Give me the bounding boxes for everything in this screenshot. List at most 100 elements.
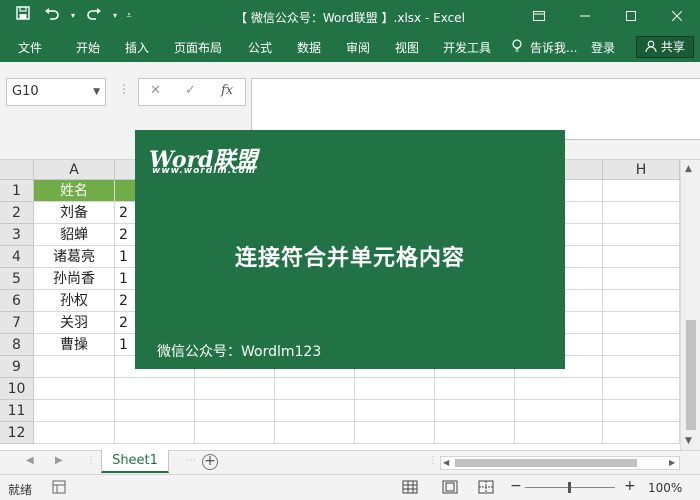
empty-cell[interactable] bbox=[603, 246, 680, 268]
empty-cell[interactable] bbox=[34, 422, 115, 444]
close-icon[interactable] bbox=[654, 0, 700, 34]
empty-cell[interactable] bbox=[115, 422, 195, 444]
zoom-slider-thumb[interactable] bbox=[568, 482, 571, 493]
row-header[interactable]: 5 bbox=[0, 268, 34, 290]
empty-cell[interactable] bbox=[115, 378, 195, 400]
tab-home[interactable]: 开始 bbox=[76, 39, 100, 56]
tab-data[interactable]: 数据 bbox=[297, 39, 321, 56]
empty-cell[interactable] bbox=[275, 400, 355, 422]
empty-cell[interactable] bbox=[195, 422, 275, 444]
empty-cell[interactable] bbox=[603, 356, 680, 378]
redo-icon[interactable] bbox=[80, 4, 108, 28]
insert-function-icon[interactable]: fx bbox=[221, 83, 233, 98]
empty-cell[interactable] bbox=[435, 422, 515, 444]
tab-formulas[interactable]: 公式 bbox=[248, 39, 272, 56]
empty-cell[interactable] bbox=[355, 422, 435, 444]
cell-a8[interactable]: 曹操 bbox=[34, 334, 115, 356]
prev-sheet-icon[interactable]: ◀ bbox=[26, 455, 34, 466]
normal-view-icon[interactable] bbox=[402, 480, 418, 498]
empty-cell[interactable] bbox=[603, 180, 680, 202]
empty-cell[interactable] bbox=[515, 400, 603, 422]
empty-cell[interactable] bbox=[603, 268, 680, 290]
empty-cell[interactable] bbox=[34, 378, 115, 400]
empty-cell[interactable] bbox=[435, 378, 515, 400]
empty-cell[interactable] bbox=[603, 422, 680, 444]
zoom-out-button[interactable]: − bbox=[510, 478, 522, 494]
tab-developer[interactable]: 开发工具 bbox=[443, 39, 491, 56]
tell-me-search[interactable]: 告诉我... bbox=[530, 39, 577, 56]
page-layout-view-icon[interactable] bbox=[442, 480, 458, 498]
cell-a7[interactable]: 关羽 bbox=[34, 312, 115, 334]
customize-qat-icon[interactable]: ⩡ bbox=[122, 4, 136, 28]
tab-page-layout[interactable]: 页面布局 bbox=[174, 39, 222, 56]
scroll-up-icon[interactable]: ▲ bbox=[685, 164, 692, 174]
row-header[interactable]: 9 bbox=[0, 356, 34, 378]
empty-cell[interactable] bbox=[603, 312, 680, 334]
empty-cell[interactable] bbox=[603, 224, 680, 246]
empty-cell[interactable] bbox=[603, 202, 680, 224]
tab-review[interactable]: 审阅 bbox=[346, 39, 370, 56]
empty-cell[interactable] bbox=[195, 378, 275, 400]
row-header[interactable]: 7 bbox=[0, 312, 34, 334]
zoom-level[interactable]: 100% bbox=[648, 481, 682, 495]
empty-cell[interactable] bbox=[603, 400, 680, 422]
tab-view[interactable]: 视图 bbox=[395, 39, 419, 56]
add-sheet-icon[interactable]: + bbox=[202, 454, 218, 470]
row-header[interactable]: 6 bbox=[0, 290, 34, 312]
empty-cell[interactable] bbox=[603, 290, 680, 312]
maximize-icon[interactable] bbox=[608, 0, 654, 34]
empty-cell[interactable] bbox=[195, 400, 275, 422]
row-header[interactable]: 12 bbox=[0, 422, 34, 444]
formula-bar-grip-icon[interactable]: ⋮ bbox=[118, 82, 130, 96]
minimize-icon[interactable] bbox=[562, 0, 608, 34]
row-header[interactable]: 3 bbox=[0, 224, 34, 246]
column-header-h[interactable]: H bbox=[603, 160, 680, 180]
next-sheet-icon[interactable]: ▶ bbox=[55, 455, 63, 466]
empty-cell[interactable] bbox=[603, 334, 680, 356]
sheet-tab-sheet1[interactable]: Sheet1 bbox=[101, 450, 169, 473]
cell-a5[interactable]: 孙尚香 bbox=[34, 268, 115, 290]
undo-dropdown-icon[interactable]: ▾ bbox=[68, 4, 78, 28]
chevron-down-icon[interactable]: ▼ bbox=[93, 79, 100, 105]
row-header[interactable]: 11 bbox=[0, 400, 34, 422]
empty-cell[interactable] bbox=[435, 400, 515, 422]
macro-record-icon[interactable] bbox=[52, 480, 66, 498]
scroll-left-icon[interactable]: ◀ bbox=[443, 457, 449, 469]
page-break-view-icon[interactable] bbox=[478, 480, 494, 498]
undo-icon[interactable] bbox=[38, 4, 66, 28]
cell-a1[interactable]: 姓名 bbox=[34, 180, 115, 202]
empty-cell[interactable] bbox=[515, 378, 603, 400]
cell-a3[interactable]: 貂蝉 bbox=[34, 224, 115, 246]
cell-a2[interactable]: 刘备 bbox=[34, 202, 115, 224]
horizontal-scrollbar[interactable]: ◀ ▶ bbox=[440, 456, 680, 470]
save-icon[interactable] bbox=[10, 4, 36, 28]
empty-cell[interactable] bbox=[515, 422, 603, 444]
zoom-in-button[interactable]: + bbox=[624, 478, 636, 494]
row-header[interactable]: 4 bbox=[0, 246, 34, 268]
name-box[interactable]: G10 ▼ bbox=[6, 78, 106, 106]
vertical-scrollbar[interactable]: ▲ ▼ bbox=[680, 160, 700, 450]
cell-a4[interactable]: 诸葛亮 bbox=[34, 246, 115, 268]
vertical-scroll-thumb[interactable] bbox=[686, 320, 696, 430]
cell-a6[interactable]: 孙权 bbox=[34, 290, 115, 312]
cancel-icon[interactable]: ✕ bbox=[150, 83, 161, 98]
row-header[interactable]: 8 bbox=[0, 334, 34, 356]
row-header[interactable]: 1 bbox=[0, 180, 34, 202]
empty-cell[interactable] bbox=[275, 422, 355, 444]
enter-check-icon[interactable]: ✓ bbox=[185, 83, 196, 98]
tab-insert[interactable]: 插入 bbox=[125, 39, 149, 56]
column-header-a[interactable]: A bbox=[34, 160, 115, 180]
empty-cell[interactable] bbox=[115, 400, 195, 422]
empty-cell[interactable] bbox=[355, 400, 435, 422]
tab-file[interactable]: 文件 bbox=[18, 39, 42, 56]
share-button[interactable]: 共享 bbox=[636, 36, 694, 58]
sign-in-link[interactable]: 登录 bbox=[591, 39, 615, 56]
row-header[interactable]: 2 bbox=[0, 202, 34, 224]
scroll-down-icon[interactable]: ▼ bbox=[685, 436, 692, 446]
empty-cell[interactable] bbox=[355, 378, 435, 400]
select-all-corner[interactable] bbox=[0, 160, 34, 180]
empty-cell[interactable] bbox=[34, 400, 115, 422]
horizontal-scroll-thumb[interactable] bbox=[455, 459, 637, 467]
empty-cell[interactable] bbox=[603, 378, 680, 400]
scroll-right-icon[interactable]: ▶ bbox=[669, 457, 675, 469]
